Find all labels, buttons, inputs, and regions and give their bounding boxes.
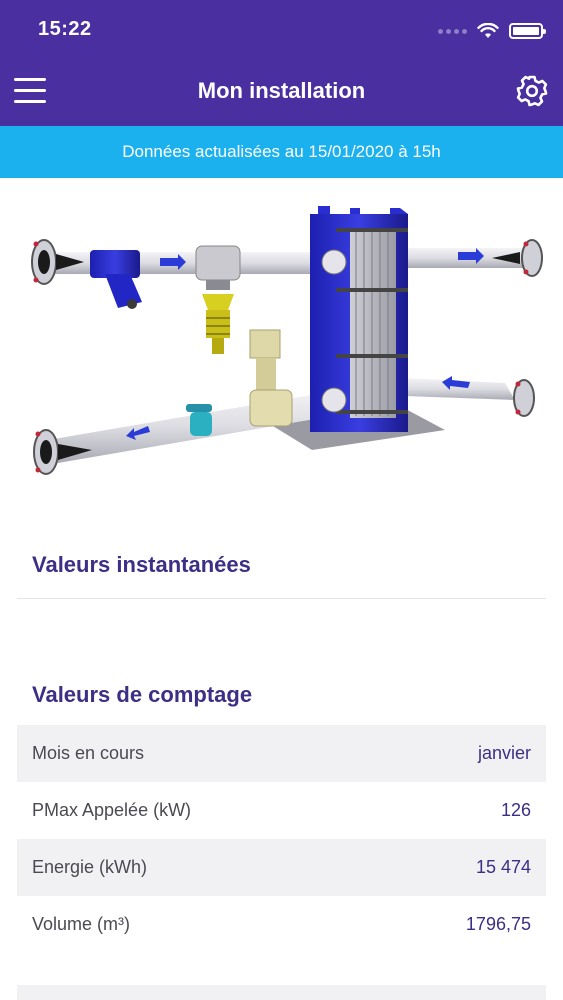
instant-values-title: Valeurs instantanées bbox=[32, 552, 251, 577]
flange-bottom-right bbox=[513, 379, 535, 417]
wifi-icon bbox=[477, 23, 499, 38]
section-divider bbox=[17, 598, 546, 599]
page-title: Mon installation bbox=[197, 78, 366, 103]
row-value: 126 bbox=[500, 800, 531, 820]
row-label: Volume (m³) bbox=[32, 914, 131, 934]
battery-icon bbox=[509, 23, 546, 39]
row-value: 1796,75 bbox=[465, 914, 531, 934]
status-icons bbox=[438, 20, 546, 42]
row-value: janvier bbox=[477, 743, 531, 763]
cellular-signal-icon bbox=[438, 28, 467, 34]
row-label: Mois en cours bbox=[32, 743, 145, 763]
metering-values-title: Valeurs de comptage bbox=[32, 682, 253, 707]
flange-top-left bbox=[31, 239, 84, 285]
app-header: 15:22 Mon installation bbox=[0, 0, 563, 126]
metering-table: Mois en cours janvier PMax Appelée (kW) … bbox=[17, 725, 546, 953]
plate-heat-exchanger bbox=[310, 206, 408, 432]
table-row: Energie (kWh) 15 474 bbox=[17, 839, 546, 896]
table-row: PMax Appelée (kW) 126 bbox=[17, 782, 546, 839]
update-banner: Données actualisées au 15/01/2020 à 15h bbox=[0, 126, 563, 178]
gear-icon[interactable] bbox=[515, 74, 549, 108]
strainer bbox=[90, 250, 142, 309]
regulating-valve bbox=[249, 329, 293, 427]
row-label: Energie (kWh) bbox=[32, 857, 148, 877]
table-row: Mois en cours janvier bbox=[17, 725, 546, 782]
next-section-strip bbox=[17, 985, 546, 1000]
row-value: 15 474 bbox=[475, 857, 531, 877]
status-time: 15:22 bbox=[38, 18, 92, 40]
update-banner-text: Données actualisées au 15/01/2020 à 15h bbox=[122, 142, 441, 161]
table-row: Volume (m³) 1796,75 bbox=[17, 896, 546, 953]
control-valve bbox=[195, 245, 241, 354]
row-label: PMax Appelée (kW) bbox=[32, 800, 192, 820]
flange-top-right bbox=[492, 239, 543, 277]
installation-diagram bbox=[31, 206, 543, 475]
